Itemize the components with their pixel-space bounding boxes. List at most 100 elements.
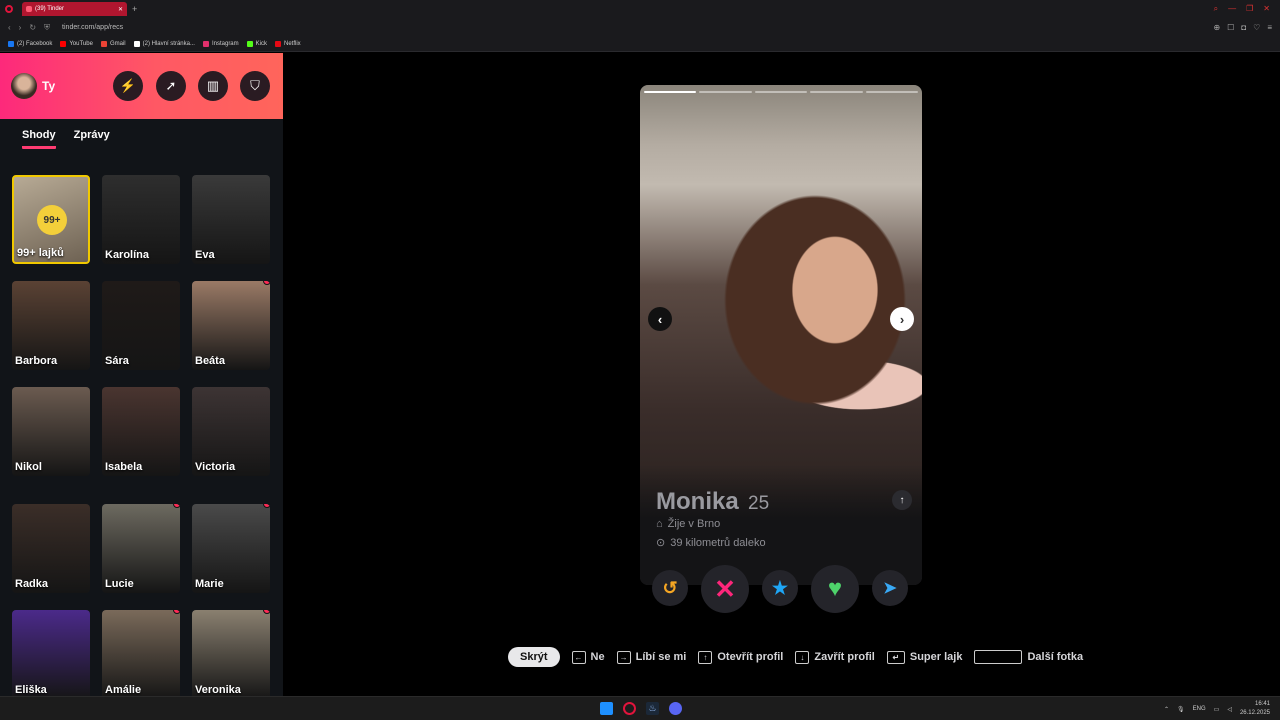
network-icon[interactable]: ▭ — [1214, 706, 1220, 713]
browser-tab[interactable]: (39) Tinder ✕ — [22, 2, 127, 16]
new-match-dot — [173, 504, 180, 508]
match-card[interactable]: Marie — [192, 504, 270, 593]
bookmark-item[interactable]: Kick — [246, 41, 267, 47]
match-card[interactable]: Sára — [102, 281, 180, 370]
steam-icon[interactable]: ♨ — [646, 702, 659, 715]
volume-icon[interactable]: ◁ — [1227, 706, 1232, 713]
close-tab-icon[interactable]: ✕ — [118, 6, 123, 13]
maximize-icon[interactable]: ❐ — [1246, 4, 1253, 14]
keyboard-shortcuts-bar: Skrýt ← Ne → Líbí se mi ↑ Otevřít profil ↓ Z… — [508, 647, 1083, 667]
profile-distance: ⊙ 39 kilometrů daleko — [656, 536, 766, 550]
match-name: Eva — [195, 249, 215, 261]
match-card[interactable]: Lucie — [102, 504, 180, 593]
main-area: ‹ › Monika 25 ↑ ⌂ Žije v Brno ⊙ 39 kilom… — [283, 53, 1280, 696]
match-card[interactable]: Barbora — [12, 281, 90, 370]
previous-photo-icon[interactable]: ‹ — [648, 307, 672, 331]
match-name: Isabela — [105, 461, 143, 473]
menu-icon[interactable]: ≡ — [1267, 23, 1272, 32]
photo-progress — [644, 91, 919, 93]
profile-card[interactable]: ‹ › Monika 25 ↑ ⌂ Žije v Brno ⊙ 39 kilom… — [640, 85, 922, 585]
like-button[interactable]: ♥ — [811, 565, 859, 613]
microphone-icon[interactable]: 🎙 — [1177, 706, 1185, 713]
tab-messages[interactable]: Zprávy — [74, 129, 110, 149]
explore-icon[interactable]: ➚ — [156, 71, 186, 101]
match-card[interactable]: Victoria — [192, 387, 270, 476]
match-name: Karolína — [105, 249, 150, 261]
shortcut-like: → Líbí se mi — [616, 650, 686, 664]
avatar[interactable] — [11, 73, 37, 99]
clock[interactable]: 16:41 26.12.2025 — [1240, 700, 1270, 718]
heart-icon[interactable]: ♡ — [1253, 23, 1260, 32]
address-input[interactable]: tinder.com/app/recs — [62, 24, 123, 31]
open-profile-icon[interactable]: ↑ — [892, 490, 912, 510]
bookmark-favicon-icon — [133, 41, 140, 47]
sidebar-header: Ty ⚡ ➚ ▥ ⛉ — [0, 53, 283, 119]
bookmark-item[interactable]: Instagram — [202, 41, 239, 47]
bookmark-item[interactable]: Netflix — [275, 41, 301, 47]
super-like-button[interactable]: ★ — [762, 570, 798, 606]
bookmark-favicon-icon — [275, 41, 281, 47]
tab-matches[interactable]: Shody — [22, 129, 56, 149]
down-key-icon: ↓ — [795, 650, 810, 664]
match-card[interactable]: Eva — [192, 175, 270, 264]
profile-location: ⌂ Žije v Brno — [656, 518, 720, 530]
profile-name: Monika — [656, 488, 739, 515]
boost-send-button[interactable]: ➤ — [872, 570, 908, 606]
likes-badge: 99+ — [37, 205, 67, 235]
match-card[interactable]: Karolína — [102, 175, 180, 264]
shortcut-close: ↓ Zavřít profil — [795, 650, 875, 664]
shortcut-super: ↵ Super lajk — [886, 650, 962, 664]
close-window-icon[interactable]: ✕ — [1263, 4, 1270, 14]
user-name[interactable]: Ty — [42, 79, 55, 93]
reload-icon[interactable]: ↻ — [29, 23, 36, 32]
opera-taskbar-icon[interactable] — [623, 702, 636, 715]
bookmark-favicon-icon — [246, 41, 253, 47]
extensions-toolbar: ⊕ ☐ ◘ ♡ ≡ — [1213, 23, 1272, 32]
match-card[interactable]: Beáta — [192, 281, 270, 370]
bookmark-item[interactable]: YouTube — [60, 41, 93, 47]
taskbar-apps: ♨ — [600, 702, 682, 715]
taskbar: ♨ ⌃ 🎙 ENG ▭ ◁ 16:41 26.12.2025 — [0, 696, 1280, 720]
zoom-icon[interactable]: ⊕ — [1213, 23, 1220, 32]
new-tab-button[interactable]: + — [132, 4, 137, 14]
system-tray: ⌃ 🎙 ENG ▭ ◁ 16:41 26.12.2025 — [1164, 700, 1270, 718]
windows-start-icon[interactable] — [600, 702, 613, 715]
bookmark-item[interactable]: (2) Facebook — [8, 41, 52, 47]
rewind-button[interactable]: ↺ — [652, 570, 688, 606]
bookmark-favicon-icon — [100, 41, 107, 47]
opera-logo-icon[interactable] — [5, 5, 13, 13]
minimize-icon[interactable]: — — [1228, 4, 1236, 14]
match-card[interactable]: Amálie — [102, 610, 180, 696]
distance-text: 39 kilometrů daleko — [670, 536, 766, 549]
match-card[interactable]: Isabela — [102, 387, 180, 476]
briefcase-icon[interactable]: ▥ — [198, 71, 228, 101]
match-card[interactable]: Radka — [12, 504, 90, 593]
match-name: Radka — [15, 578, 49, 590]
language-indicator[interactable]: ENG — [1193, 706, 1206, 712]
discord-icon[interactable] — [669, 702, 682, 715]
right-key-icon: → — [616, 650, 631, 664]
search-icon[interactable]: ⌕ — [1214, 4, 1218, 14]
back-icon[interactable]: ‹ — [8, 23, 11, 32]
hide-shortcuts-button[interactable]: Skrýt — [508, 647, 560, 667]
bookmark-item[interactable]: Gmail — [100, 41, 126, 47]
shield-icon[interactable]: ⛉ — [240, 71, 270, 101]
security-icon[interactable]: ⛨ — [44, 23, 50, 33]
match-name: Beáta — [195, 355, 225, 367]
bookmark-favicon-icon — [60, 41, 67, 47]
match-card[interactable]: Eliška — [12, 610, 90, 696]
match-name: Victoria — [195, 461, 236, 473]
boost-icon[interactable]: ⚡ — [113, 71, 143, 101]
next-photo-icon[interactable]: › — [890, 307, 914, 331]
forward-icon[interactable]: › — [19, 23, 22, 32]
match-card[interactable]: Nikol — [12, 387, 90, 476]
match-card[interactable]: Veronika — [192, 610, 270, 696]
nope-button[interactable]: ✕ — [701, 565, 749, 613]
likes-card[interactable]: 99+ 99+ lajků — [12, 175, 90, 264]
vpn-icon[interactable]: ◘ — [1241, 23, 1246, 32]
bookmark-item[interactable]: (2) Hlavní stránka... — [133, 41, 195, 47]
shortcut-next: Další fotka — [974, 650, 1083, 664]
tray-chevron-icon[interactable]: ⌃ — [1164, 706, 1169, 713]
browser-tab-bar: (39) Tinder ✕ + ⌕ — ❐ ✕ — [0, 0, 1280, 18]
bookmark-icon[interactable]: ☐ — [1227, 23, 1234, 32]
